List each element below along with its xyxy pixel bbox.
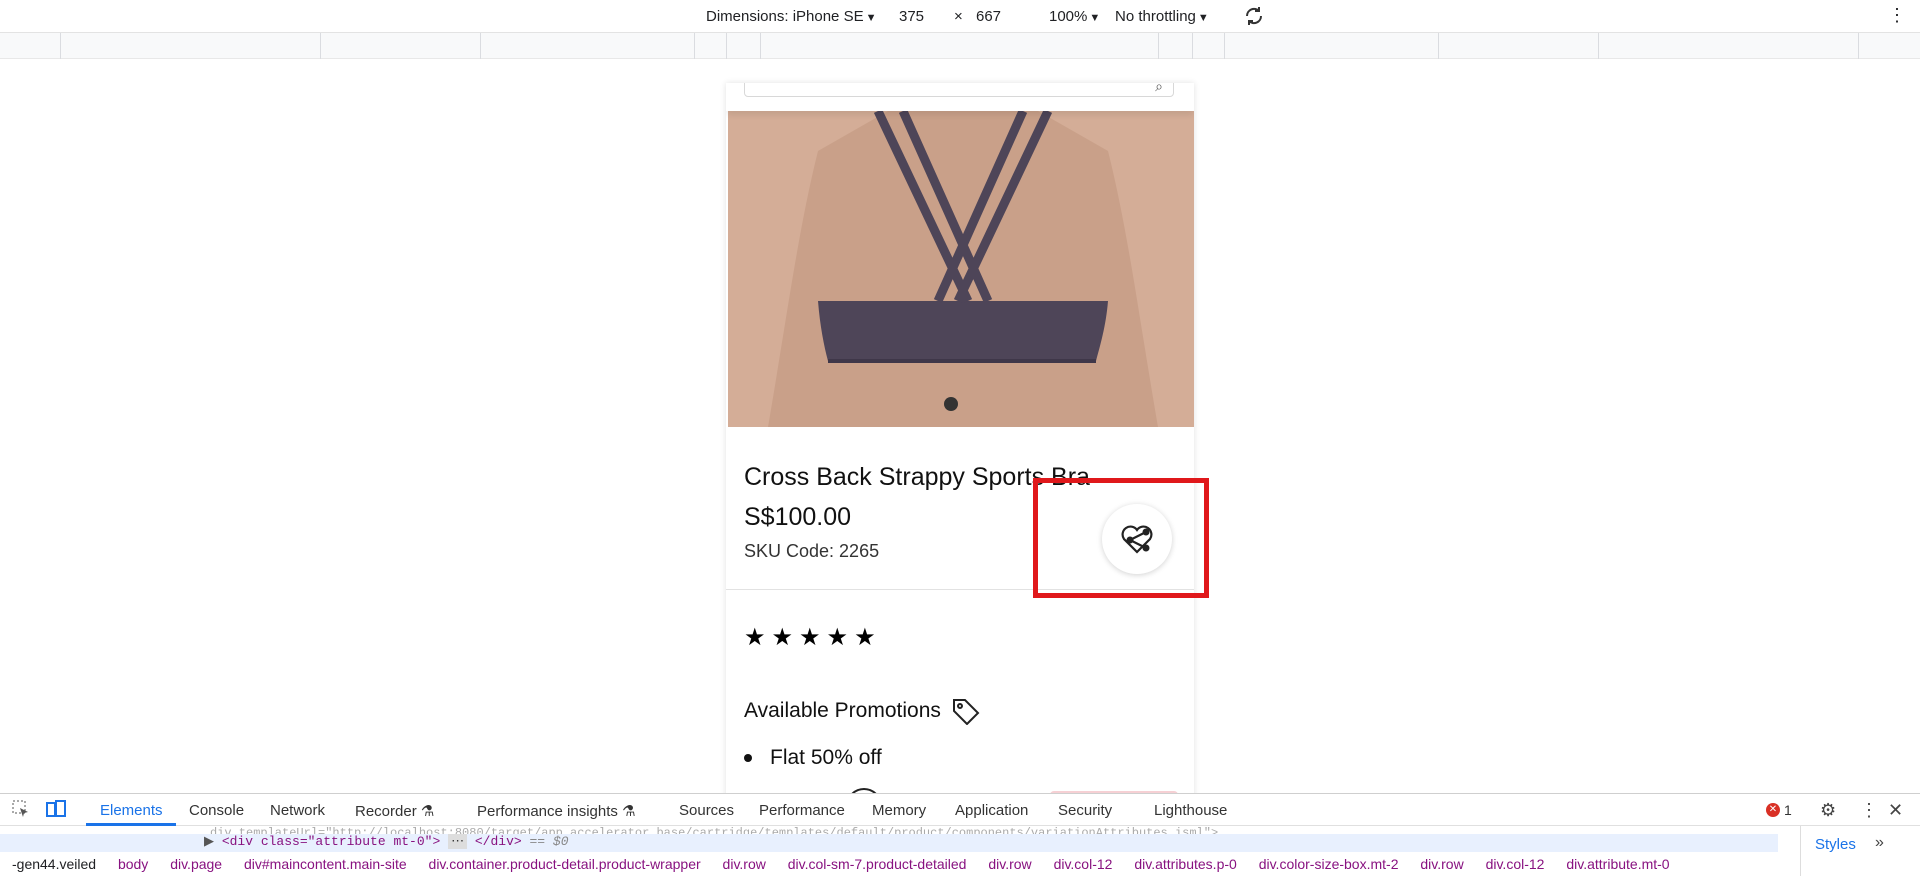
product-photo <box>728 111 1194 427</box>
search-bar: ⌕ <box>726 83 1194 111</box>
breadcrumb-item[interactable]: div#maincontent.main-site <box>244 856 407 872</box>
breadcrumb-item[interactable]: div.row <box>723 856 766 872</box>
tab-performance[interactable]: Performance <box>759 802 845 819</box>
star-rating: ★ ★ ★ ★ ★ <box>744 626 876 650</box>
height-input[interactable]: 667 <box>976 8 1001 25</box>
promotions-title: Available Promotions <box>744 699 941 722</box>
active-tab-indicator <box>86 823 176 826</box>
breadcrumb-item[interactable]: div.container.product-detail.product-wra… <box>429 856 701 872</box>
breadcrumb-item[interactable]: div.col-12 <box>1054 856 1113 872</box>
styles-pane: Styles » <box>1800 826 1920 876</box>
tag-icon <box>952 699 980 725</box>
throttling-dropdown[interactable]: No throttling ▼ <box>1115 8 1209 25</box>
inspect-element-icon[interactable] <box>12 800 30 823</box>
product-image <box>728 111 1194 427</box>
selected-dom-node[interactable]: ▶ <div class="attribute mt-0"> ⋯ </div> … <box>0 834 1778 852</box>
tab-network[interactable]: Network <box>270 802 325 819</box>
breadcrumb-item[interactable]: body <box>118 856 148 872</box>
promotions-heading: Available Promotions <box>744 697 981 725</box>
breadcrumb-item[interactable]: div.attribute.mt-0 <box>1566 856 1669 872</box>
error-icon: ✕ <box>1766 803 1780 817</box>
star-icon: ★ <box>744 624 766 651</box>
breadcrumb-item[interactable]: div.page <box>170 856 222 872</box>
breadcrumb-item[interactable]: div.attributes.p-0 <box>1134 856 1236 872</box>
devtools-tabbar: Elements Console Network Recorder ⚗ Perf… <box>0 794 1920 826</box>
dimensions-dropdown[interactable]: Dimensions: iPhone SE ▼ <box>706 8 876 25</box>
more-options-icon[interactable]: ⋮ <box>1860 800 1878 821</box>
breadcrumb-item[interactable]: div.col-12 <box>1486 856 1545 872</box>
breadcrumb: -gen44.veiled body div.page div#maincont… <box>0 856 1778 876</box>
device-viewport: ⌕ Cross Back Strappy Sports Bra S$100.00… <box>0 59 1920 793</box>
breadcrumb-item[interactable]: div.col-sm-7.product-detailed <box>788 856 967 872</box>
tab-recorder[interactable]: Recorder ⚗ <box>355 802 434 820</box>
mobile-page: ⌕ Cross Back Strappy Sports Bra S$100.00… <box>726 83 1194 793</box>
zoom-dropdown[interactable]: 100% ▼ <box>1049 8 1100 25</box>
tab-application[interactable]: Application <box>955 802 1028 819</box>
devtools-panel: Elements Console Network Recorder ⚗ Perf… <box>0 793 1920 876</box>
breadcrumb-item[interactable]: div.row <box>988 856 1031 872</box>
media-query-ruler <box>0 33 1920 59</box>
star-icon: ★ <box>854 624 876 651</box>
breadcrumb-item[interactable]: -gen44.veiled <box>12 856 96 872</box>
product-sku: SKU Code: 2265 <box>744 541 880 561</box>
carousel-indicator[interactable] <box>944 397 958 411</box>
breadcrumb-item[interactable]: div.color-size-box.mt-2 <box>1259 856 1399 872</box>
highlight-box <box>1033 478 1209 598</box>
tab-styles[interactable]: Styles <box>1815 836 1856 853</box>
times-icon: × <box>954 8 963 25</box>
star-icon: ★ <box>826 624 849 651</box>
tab-memory[interactable]: Memory <box>872 802 926 819</box>
flask-icon: ⚗ <box>622 803 636 820</box>
list-item: Flat 50% off <box>744 746 882 770</box>
search-input[interactable]: ⌕ <box>744 83 1174 97</box>
promotions-list: Flat 50% off <box>744 746 882 770</box>
product-price: S$100.00 <box>744 503 852 531</box>
more-options-icon[interactable]: ⋮ <box>1888 5 1906 26</box>
tab-performance-insights[interactable]: Performance insights ⚗ <box>477 802 636 820</box>
rotate-icon[interactable] <box>1242 4 1266 32</box>
tab-security[interactable]: Security <box>1058 802 1112 819</box>
star-icon: ★ <box>799 624 821 651</box>
search-icon[interactable]: ⌕ <box>1155 83 1163 95</box>
tab-console[interactable]: Console <box>189 802 244 819</box>
chevron-right-icon[interactable]: » <box>1875 834 1884 852</box>
breadcrumb-item[interactable]: div.row <box>1420 856 1463 872</box>
flask-icon: ⚗ <box>420 803 435 820</box>
device-toolbar: Dimensions: iPhone SE ▼ 375 × 667 100% ▼ N… <box>0 0 1920 33</box>
tab-sources[interactable]: Sources <box>679 802 734 819</box>
device-toggle-icon[interactable] <box>46 800 66 823</box>
settings-gear-icon[interactable]: ⚙ <box>1820 800 1836 821</box>
close-icon[interactable]: ✕ <box>1888 800 1903 821</box>
tab-lighthouse[interactable]: Lighthouse <box>1154 802 1227 819</box>
error-counter[interactable]: ✕ 1 <box>1766 802 1792 818</box>
tab-elements[interactable]: Elements <box>100 802 163 819</box>
star-icon: ★ <box>771 624 794 651</box>
width-input[interactable]: 375 <box>899 8 924 25</box>
